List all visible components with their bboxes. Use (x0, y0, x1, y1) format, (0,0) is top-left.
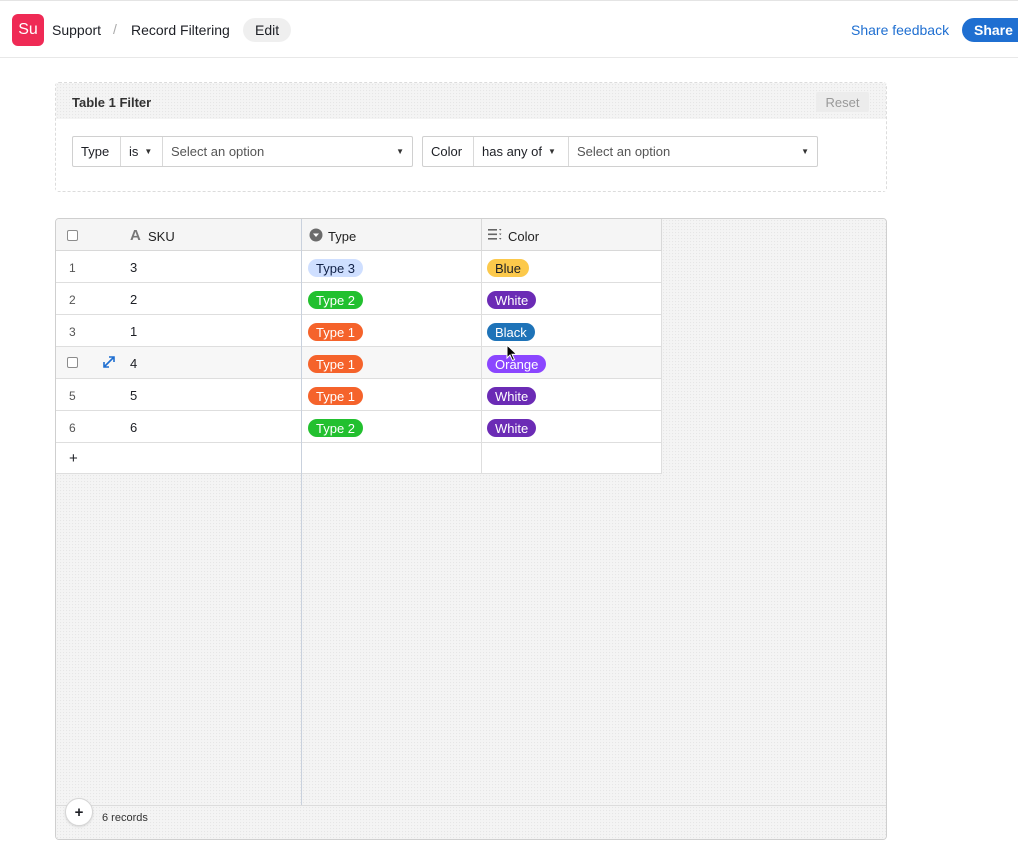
row-number: 2 (69, 293, 76, 307)
sku-cell[interactable]: 6 (130, 420, 137, 435)
type-filter-select[interactable]: Select an option ▼ (163, 137, 412, 166)
type-pill[interactable]: Type 2 (308, 419, 364, 437)
column-header-sku[interactable]: SKU (148, 229, 175, 244)
color-pill[interactable]: White (487, 419, 537, 437)
sku-cell[interactable]: 4 (130, 356, 137, 371)
grid-right-pane: Type Color Type 3 Blue Type 2 White Type… (302, 219, 886, 839)
records-grid: A SKU 1 3 2 2 3 1 4 5 5 6 6 + Type Color… (55, 218, 887, 840)
row-number: 5 (69, 389, 76, 403)
sku-cell[interactable]: 1 (130, 324, 137, 339)
table-row[interactable]: Type 1 Black (302, 315, 662, 347)
type-pill[interactable]: Type 1 (308, 355, 364, 373)
table-row[interactable]: 1 3 (56, 251, 301, 283)
select-all-checkbox[interactable] (67, 230, 78, 241)
add-record-button[interactable]: + (65, 798, 93, 826)
filter-title: Table 1 Filter (72, 95, 152, 110)
column-header-color[interactable]: Color (508, 229, 539, 244)
grid-left-pane: A SKU 1 3 2 2 3 1 4 5 5 6 6 + (56, 219, 302, 839)
single-select-icon (309, 228, 323, 245)
caret-down-icon: ▼ (396, 147, 404, 156)
table-row[interactable]: 5 5 (56, 379, 301, 411)
color-filter-operator[interactable]: has any of ▼ (474, 137, 569, 166)
grid-footer (56, 805, 886, 839)
breadcrumb-support[interactable]: Support (52, 22, 101, 38)
sku-cell[interactable]: 2 (130, 292, 137, 307)
edit-button[interactable]: Edit (243, 18, 292, 42)
add-row-right[interactable] (302, 443, 662, 474)
color-filter-select[interactable]: Select an option ▼ (569, 137, 817, 166)
sku-cell[interactable]: 5 (130, 388, 137, 403)
column-header-type[interactable]: Type (328, 229, 356, 244)
grid-header-right: Type Color (302, 219, 662, 251)
type-pill[interactable]: Type 1 (308, 387, 364, 405)
type-select-placeholder: Select an option (171, 144, 265, 159)
row-checkbox[interactable] (67, 357, 78, 368)
column-divider (481, 251, 482, 474)
expand-record-icon[interactable] (102, 355, 116, 372)
caret-down-icon: ▼ (548, 147, 556, 156)
row-number: 6 (69, 421, 76, 435)
table-row[interactable]: Type 1 Orange (302, 347, 662, 379)
row-number: 1 (69, 261, 76, 275)
table-row[interactable]: 2 2 (56, 283, 301, 315)
add-row-icon[interactable]: + (69, 450, 78, 467)
type-pill[interactable]: Type 2 (308, 291, 364, 309)
type-filter: Type is ▼ Select an option ▼ (72, 136, 413, 167)
reset-button[interactable]: Reset (816, 92, 869, 112)
type-pill[interactable]: Type 1 (308, 323, 364, 341)
caret-down-icon: ▼ (801, 147, 809, 156)
color-filter: Color has any of ▼ Select an option ▼ (422, 136, 818, 167)
table-row[interactable]: Type 3 Blue (302, 251, 662, 283)
type-filter-field: Type (73, 137, 121, 166)
filter-body: Type is ▼ Select an option ▼ Color has a… (56, 119, 886, 191)
text-a-icon: A (130, 227, 141, 244)
base-logo[interactable]: Su (12, 14, 44, 46)
table-row[interactable]: Type 2 White (302, 283, 662, 315)
filter-panel: Table 1 Filter Reset Type is ▼ Select an… (55, 82, 887, 192)
color-pill[interactable]: White (487, 291, 537, 309)
table-row[interactable]: Type 2 White (302, 411, 662, 443)
type-operator-label: is (129, 144, 139, 159)
record-count: 6 records (102, 812, 148, 824)
color-select-placeholder: Select an option (577, 144, 671, 159)
column-divider (481, 219, 482, 251)
table-row[interactable]: 4 (56, 347, 301, 379)
multi-select-icon (488, 228, 503, 244)
add-row[interactable]: + (56, 443, 301, 474)
color-operator-label: has any of (482, 144, 542, 159)
grid-header-left: A SKU (56, 219, 301, 251)
caret-down-icon: ▼ (144, 147, 153, 156)
breadcrumb-record-filtering[interactable]: Record Filtering (131, 22, 230, 38)
filter-header: Table 1 Filter Reset (56, 83, 886, 119)
type-pill[interactable]: Type 3 (308, 259, 364, 277)
table-row[interactable]: Type 1 White (302, 379, 662, 411)
color-pill[interactable]: Black (487, 323, 535, 341)
color-pill[interactable]: White (487, 387, 537, 405)
breadcrumb-separator: / (113, 21, 117, 37)
table-row[interactable]: 3 1 (56, 315, 301, 347)
mouse-cursor-icon (506, 344, 518, 362)
share-button[interactable]: Share (962, 18, 1018, 42)
sku-cell[interactable]: 3 (130, 260, 137, 275)
top-bar: Su Support / Record Filtering Edit Share… (0, 0, 1018, 58)
type-filter-operator[interactable]: is ▼ (121, 137, 163, 166)
row-number: 3 (69, 325, 76, 339)
color-pill[interactable]: Blue (487, 259, 530, 277)
table-row[interactable]: 6 6 (56, 411, 301, 443)
share-feedback-link[interactable]: Share feedback (851, 22, 949, 38)
color-filter-field: Color (423, 137, 474, 166)
